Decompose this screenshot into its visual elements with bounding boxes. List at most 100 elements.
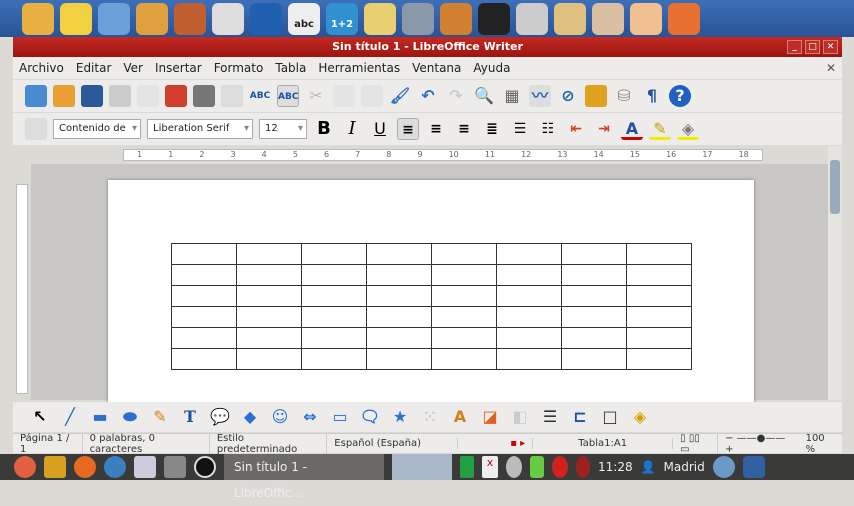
table-cell[interactable] bbox=[236, 264, 302, 286]
table-cell[interactable] bbox=[236, 306, 302, 328]
block-arrows-icon[interactable]: ⇔ bbox=[299, 406, 321, 428]
freeform-icon[interactable]: ✎ bbox=[149, 406, 171, 428]
align-right-button[interactable]: ≡ bbox=[453, 118, 475, 140]
table-cell[interactable] bbox=[301, 327, 367, 349]
terminal-icon[interactable] bbox=[194, 456, 216, 478]
workspace-switcher[interactable] bbox=[392, 454, 452, 480]
dock-app-icon[interactable] bbox=[668, 2, 700, 35]
help-icon[interactable]: ? bbox=[669, 85, 691, 107]
bold-button[interactable]: B bbox=[313, 118, 335, 140]
paste-icon[interactable] bbox=[361, 85, 383, 107]
table-cell[interactable] bbox=[626, 306, 692, 328]
dock-typing-app-icon[interactable]: abc bbox=[288, 2, 320, 35]
document-page[interactable] bbox=[108, 180, 754, 410]
table-cell[interactable] bbox=[171, 348, 237, 370]
insert-shape-icon[interactable]: ◪ bbox=[479, 406, 501, 428]
screenshot-icon[interactable] bbox=[164, 456, 186, 478]
increase-indent-icon[interactable]: ⇥ bbox=[593, 118, 615, 140]
tray-close-icon[interactable]: x bbox=[482, 456, 498, 478]
align-center-button[interactable]: ≡ bbox=[425, 118, 447, 140]
menu-herramientas[interactable]: Herramientas bbox=[318, 61, 400, 75]
table-cell[interactable] bbox=[366, 243, 432, 265]
table-cell[interactable] bbox=[561, 348, 627, 370]
dock-app-icon[interactable] bbox=[402, 2, 434, 35]
menu-formato[interactable]: Formato bbox=[214, 61, 264, 75]
area-style-icon[interactable]: □ bbox=[599, 406, 621, 428]
autospellcheck-icon[interactable]: ABC bbox=[277, 85, 299, 107]
table-cell[interactable] bbox=[366, 264, 432, 286]
close-document-icon[interactable]: ✕ bbox=[826, 61, 836, 75]
fontwork-icon[interactable]: A bbox=[449, 406, 471, 428]
table-cell[interactable] bbox=[496, 285, 562, 307]
underline-button[interactable]: U bbox=[369, 118, 391, 140]
menu-ver[interactable]: Ver bbox=[123, 61, 143, 75]
view-layout-icons[interactable]: ▯ ▯▯ ▭ bbox=[673, 432, 719, 455]
table-cell[interactable] bbox=[561, 264, 627, 286]
browser-icon[interactable] bbox=[104, 456, 126, 478]
dock-app-icon[interactable] bbox=[98, 2, 130, 35]
font-name-select[interactable]: Liberation Serif bbox=[147, 119, 253, 139]
italic-button[interactable]: I bbox=[341, 118, 363, 140]
line-icon[interactable]: ╱ bbox=[59, 406, 81, 428]
menu-tabla[interactable]: Tabla bbox=[275, 61, 306, 75]
table-cell[interactable] bbox=[431, 306, 497, 328]
dock-app-icon[interactable] bbox=[250, 2, 282, 35]
dock-app-icon[interactable] bbox=[592, 2, 624, 35]
document-table[interactable] bbox=[171, 243, 692, 370]
table-cell[interactable] bbox=[431, 285, 497, 307]
table-cell[interactable] bbox=[561, 243, 627, 265]
table-cell[interactable] bbox=[626, 264, 692, 286]
background-color-icon[interactable]: ◈ bbox=[677, 118, 699, 140]
print-preview-icon[interactable] bbox=[221, 85, 243, 107]
dock-app-icon[interactable] bbox=[60, 2, 92, 35]
clone-format-icon[interactable]: 🖌 bbox=[389, 85, 411, 107]
open-icon[interactable] bbox=[53, 85, 75, 107]
stars-icon[interactable]: ★ bbox=[389, 406, 411, 428]
points-icon[interactable]: ⁙ bbox=[419, 406, 441, 428]
menu-ventana[interactable]: Ventana bbox=[412, 61, 461, 75]
extrusion-icon[interactable]: ◧ bbox=[509, 406, 531, 428]
decrease-indent-icon[interactable]: ⇤ bbox=[565, 118, 587, 140]
draw-functions-icon[interactable]: 〰 bbox=[529, 85, 551, 107]
table-cell[interactable] bbox=[236, 285, 302, 307]
minimize-button[interactable]: _ bbox=[787, 40, 802, 54]
line-style-icon[interactable]: ☰ bbox=[539, 406, 561, 428]
tray-app-icon[interactable] bbox=[742, 456, 765, 478]
menu-ayuda[interactable]: Ayuda bbox=[473, 61, 510, 75]
ellipse-icon[interactable]: ⬬ bbox=[119, 406, 141, 428]
font-size-select[interactable]: 12 bbox=[259, 119, 307, 139]
page-style[interactable]: Estilo predeterminado bbox=[210, 432, 328, 455]
styles-icon[interactable] bbox=[25, 118, 47, 140]
undo-icon[interactable]: ↶ bbox=[417, 85, 439, 107]
justify-button[interactable]: ≣ bbox=[481, 118, 503, 140]
new-document-icon[interactable] bbox=[25, 85, 47, 107]
notes-icon[interactable] bbox=[44, 456, 66, 478]
pdf-icon[interactable] bbox=[165, 85, 187, 107]
data-sources-icon[interactable]: ⛁ bbox=[613, 85, 635, 107]
table-cell[interactable] bbox=[496, 243, 562, 265]
line-color-icon[interactable]: ⊏ bbox=[569, 406, 591, 428]
tray-network-icon[interactable] bbox=[506, 456, 522, 478]
rectangle-icon[interactable]: ▬ bbox=[89, 406, 111, 428]
table-cell[interactable] bbox=[626, 243, 692, 265]
table-cell[interactable] bbox=[561, 306, 627, 328]
callout-icon[interactable]: 💬 bbox=[209, 406, 231, 428]
menu-archivo[interactable]: Archivo bbox=[19, 61, 64, 75]
redo-icon[interactable]: ↷ bbox=[445, 85, 467, 107]
select-icon[interactable]: ↖ bbox=[29, 406, 51, 428]
zoom-level[interactable]: 100 % bbox=[799, 433, 842, 455]
tray-red-icon[interactable] bbox=[552, 456, 568, 478]
dock-app-icon[interactable] bbox=[478, 2, 510, 35]
dock-app-icon[interactable] bbox=[174, 2, 206, 35]
dock-app-icon[interactable] bbox=[630, 2, 662, 35]
text-icon[interactable]: T bbox=[179, 406, 201, 428]
table-cell[interactable] bbox=[366, 327, 432, 349]
taskbar-window-writer[interactable]: Sin título 1 - LibreOffic... bbox=[224, 454, 384, 500]
location[interactable]: Madrid bbox=[664, 460, 705, 474]
highlight-icon[interactable]: ✎ bbox=[649, 118, 671, 140]
table-cell[interactable] bbox=[236, 243, 302, 265]
flowchart-icon[interactable]: ▭ bbox=[329, 406, 351, 428]
print-icon[interactable] bbox=[193, 85, 215, 107]
table-cell[interactable] bbox=[366, 306, 432, 328]
table-cell[interactable] bbox=[431, 348, 497, 370]
